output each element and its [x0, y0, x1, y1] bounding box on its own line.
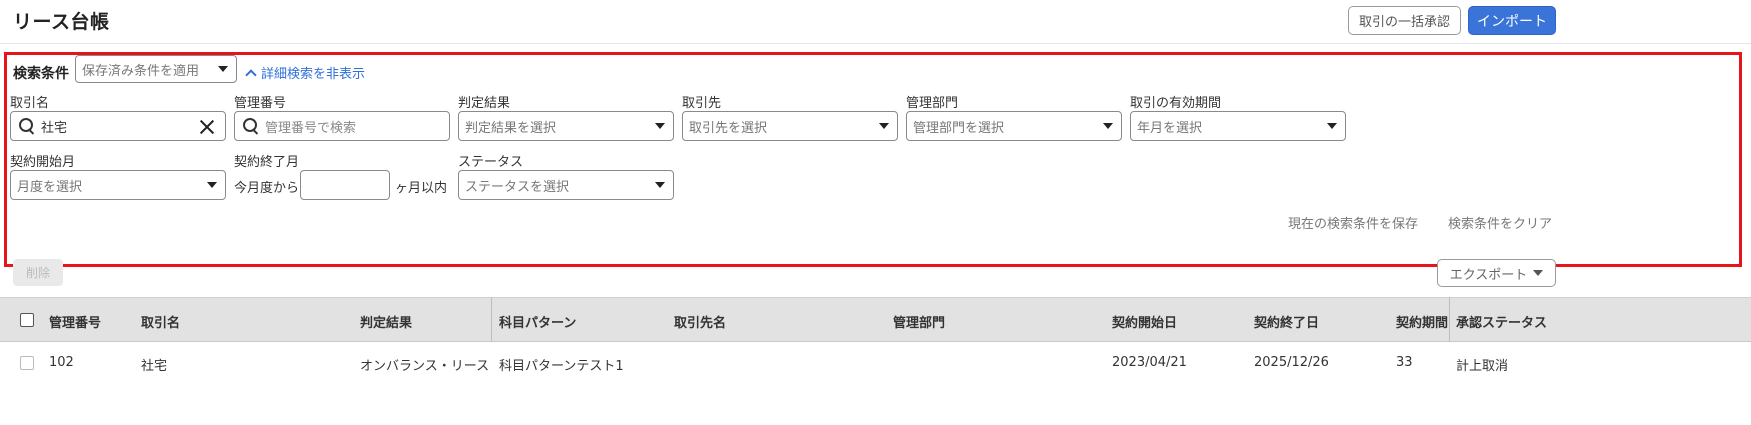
- saved-conditions-placeholder: 保存済み条件を適用: [82, 63, 200, 79]
- management-number-label: 管理番号: [234, 96, 287, 111]
- transaction-name-input[interactable]: 社宅: [10, 111, 226, 141]
- status-select[interactable]: ステータスを選択: [458, 170, 674, 200]
- table-header: 管理番号 取引名 判定結果 科目パターン 取引先名 管理部門 契約開始日 契約終…: [0, 297, 1751, 342]
- row-checkbox[interactable]: [20, 356, 34, 370]
- column-header-department[interactable]: 管理部門: [893, 312, 945, 331]
- column-header-approval-status[interactable]: 承認ステータス: [1456, 312, 1547, 331]
- table-row[interactable]: 102 社宅 オンバランス・リース 科目パターンテスト1 2023/04/21 …: [0, 342, 1751, 382]
- column-header-contract-period[interactable]: 契約期間: [1396, 312, 1448, 331]
- chevron-down-icon: [207, 182, 217, 188]
- export-button[interactable]: エクスポート: [1437, 259, 1556, 287]
- save-search-conditions-link[interactable]: 現在の検索条件を保存: [1288, 213, 1418, 232]
- chevron-down-icon: [1327, 123, 1337, 129]
- chevron-down-icon: [1103, 123, 1113, 129]
- cell-judgement: オンバランス・リース: [360, 359, 490, 374]
- judgement-label: 判定結果: [458, 96, 511, 111]
- cell-contract-period: 33: [1396, 355, 1413, 370]
- column-header-management-number[interactable]: 管理番号: [49, 312, 101, 331]
- cell-contract-start: 2023/04/21: [1112, 355, 1187, 370]
- contract-end-prefix: 今月度から: [234, 181, 300, 196]
- toggle-advanced-search-label: 詳細検索を非表示: [261, 67, 366, 82]
- transaction-name-value: 社宅: [41, 120, 68, 136]
- status-label: ステータス: [458, 155, 524, 170]
- column-header-judgement[interactable]: 判定結果: [360, 312, 412, 331]
- chevron-down-icon: [879, 123, 889, 129]
- select-all-checkbox[interactable]: [20, 313, 34, 327]
- cell-transaction-name[interactable]: 社宅: [141, 355, 167, 374]
- cell-account-pattern: 科目パターンテスト1: [499, 359, 624, 374]
- bulk-approve-button[interactable]: 取引の一括承認: [1348, 6, 1461, 35]
- cell-management-number: 102: [49, 355, 74, 370]
- department-placeholder: 管理部門を選択: [913, 120, 1005, 136]
- judgement-select[interactable]: 判定結果を選択: [458, 111, 674, 141]
- clear-search-conditions-link[interactable]: 検索条件をクリア: [1448, 213, 1552, 232]
- page-title: リース台帳: [13, 11, 110, 33]
- partner-placeholder: 取引先を選択: [689, 120, 768, 136]
- page-header: リース台帳 取引の一括承認 インポート: [0, 0, 1751, 44]
- chevron-down-icon: [655, 182, 665, 188]
- valid-period-select[interactable]: 年月を選択: [1130, 111, 1346, 141]
- contract-end-label: 契約終了月: [234, 155, 300, 170]
- toggle-advanced-search-link[interactable]: 詳細検索を非表示: [245, 63, 366, 82]
- contract-start-label: 契約開始月: [10, 155, 76, 170]
- chevron-down-icon: [1533, 270, 1544, 276]
- judgement-placeholder: 判定結果を選択: [465, 120, 557, 136]
- contract-start-placeholder: 月度を選択: [17, 179, 83, 195]
- contract-end-suffix: ヶ月以内: [395, 181, 448, 196]
- chevron-down-icon: [655, 123, 665, 129]
- status-placeholder: ステータスを選択: [465, 179, 570, 195]
- valid-period-placeholder: 年月を選択: [1137, 120, 1203, 136]
- export-label: エクスポート: [1449, 267, 1528, 283]
- delete-button[interactable]: 削除: [13, 259, 63, 286]
- import-button[interactable]: インポート: [1468, 6, 1556, 35]
- chevron-up-icon: [245, 68, 257, 81]
- management-number-input[interactable]: 管理番号で検索: [234, 111, 450, 141]
- chevron-down-icon: [218, 66, 228, 72]
- cell-contract-end: 2025/12/26: [1254, 355, 1329, 370]
- column-header-account-pattern[interactable]: 科目パターン: [499, 312, 576, 331]
- contract-start-select[interactable]: 月度を選択: [10, 170, 226, 200]
- department-label: 管理部門: [906, 96, 959, 111]
- column-header-partner-name[interactable]: 取引先名: [674, 312, 726, 331]
- department-select[interactable]: 管理部門を選択: [906, 111, 1122, 141]
- search-icon: [19, 118, 35, 134]
- transaction-name-label: 取引名: [10, 96, 50, 111]
- search-icon: [243, 118, 259, 134]
- partner-label: 取引先: [682, 96, 722, 111]
- column-header-contract-end[interactable]: 契約終了日: [1254, 312, 1319, 331]
- search-conditions-panel: 検索条件 保存済み条件を適用 詳細検索を非表示 取引名 管理番号 判定結果 取引…: [4, 52, 1742, 267]
- clear-icon[interactable]: [199, 119, 215, 135]
- contract-end-months-input[interactable]: [300, 170, 390, 200]
- saved-conditions-select[interactable]: 保存済み条件を適用: [75, 55, 237, 83]
- partner-select[interactable]: 取引先を選択: [682, 111, 898, 141]
- search-conditions-title: 検索条件: [13, 66, 69, 82]
- cell-approval-status: 計上取消: [1456, 359, 1509, 374]
- management-number-placeholder: 管理番号で検索: [265, 120, 357, 136]
- column-header-transaction-name[interactable]: 取引名: [141, 312, 180, 331]
- column-header-contract-start[interactable]: 契約開始日: [1112, 312, 1177, 331]
- valid-period-label: 取引の有効期間: [1130, 96, 1222, 111]
